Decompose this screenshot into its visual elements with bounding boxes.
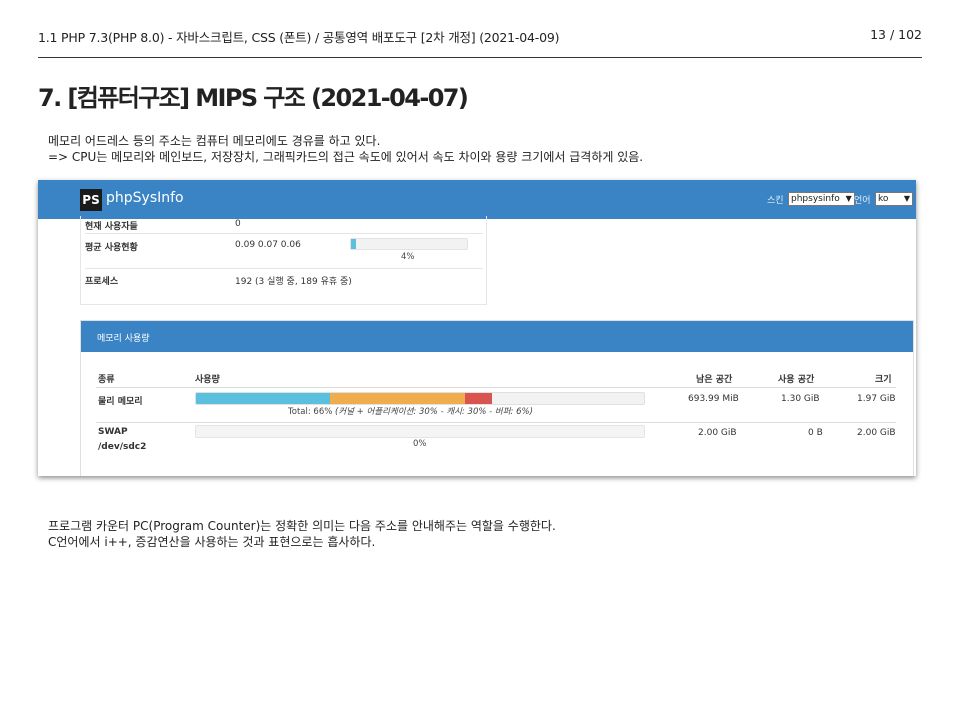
divider	[85, 268, 483, 269]
chevron-down-icon: ▼	[903, 194, 910, 203]
app-topbar: PS phpSysInfo 스킨 phpsysinfo ▼ 언어 ko ▼	[38, 180, 916, 219]
app-name: phpSysInfo	[106, 190, 184, 206]
swap-percent: 0%	[413, 439, 427, 449]
divider	[96, 422, 896, 423]
skin-select-value: phpsysinfo	[791, 194, 840, 204]
usage-segment-kernel-apps	[196, 393, 331, 404]
load-percent: 4%	[401, 252, 415, 262]
skin-select[interactable]: phpsysinfo ▼	[788, 192, 855, 206]
memory-panel-header: 메모리 사용량	[81, 321, 913, 352]
intro-line-1: 메모리 어드레스 등의 주소는 컴퓨터 메모리에도 경유를 하고 있다.	[48, 134, 381, 148]
load-progress-bar	[350, 238, 468, 250]
memory-usage-caption: Total: 66% (커널 + 어플리케이션: 30% - 캐시: 30% -…	[288, 405, 533, 417]
chevron-down-icon: ▼	[845, 194, 852, 203]
row-label: 현재 사용자들	[85, 222, 138, 232]
header-title: 1.1 PHP 7.3(PHP 8.0) - 자바스크립트, CSS (폰트) …	[38, 30, 560, 45]
row-label: 평균 사용현황	[85, 243, 138, 253]
outro-line-1: 프로그램 카운터 PC(Program Counter)는 정확한 의미는 다음…	[48, 519, 556, 533]
row-value: 0.09 0.07 0.06	[235, 240, 301, 250]
memory-free: 693.99 MiB	[688, 394, 739, 404]
usage-segment-buffer	[464, 393, 492, 404]
language-select-value: ko	[878, 194, 889, 204]
phpsysinfo-screenshot: PS phpSysInfo 스킨 phpsysinfo ▼ 언어 ko ▼ 현재…	[38, 180, 916, 476]
memory-breakdown: (커널 + 어플리케이션: 30% - 캐시: 30% - 버퍼: 6%)	[335, 407, 533, 417]
language-label: 언어	[854, 196, 871, 206]
intro-line-2: => CPU는 메모리와 메인보드, 저장장치, 그래픽카드의 접근 속도에 있…	[48, 150, 644, 164]
column-header: 종류	[98, 375, 115, 385]
usage-segment-cache	[330, 393, 465, 404]
column-header: 사용 공간	[778, 375, 815, 385]
swap-usage-bar	[195, 425, 645, 438]
swap-size: 2.00 GiB	[857, 428, 896, 438]
memory-usage-bar	[195, 392, 645, 405]
swap-device: /dev/sdc2	[98, 442, 147, 452]
swap-free: 2.00 GiB	[698, 428, 737, 438]
memory-total: Total: 66%	[288, 407, 333, 417]
divider	[85, 233, 483, 234]
memory-type: 물리 메모리	[98, 397, 143, 407]
memory-used: 1.30 GiB	[781, 394, 820, 404]
skin-label: 스킨	[767, 196, 784, 206]
section-title: 7. [컴퓨터구조] MIPS 구조 (2021-04-07)	[38, 84, 469, 112]
memory-size: 1.97 GiB	[857, 394, 896, 404]
row-value: 192 (3 실행 중, 189 유휴 중)	[235, 277, 352, 287]
page-number: 13 / 102	[870, 27, 922, 42]
swap-used: 0 B	[808, 428, 823, 438]
divider	[96, 387, 896, 388]
column-header: 사용량	[195, 375, 220, 385]
system-info-card: 현재 사용자들 0 평균 사용현황 0.09 0.07 0.06 프로세스 19…	[80, 216, 487, 305]
row-label: 프로세스	[85, 277, 119, 287]
outro-line-2: C언어에서 i++, 증감연산을 사용하는 것과 표현으로는 흡사하다.	[48, 535, 376, 549]
outro-paragraph: 프로그램 카운터 PC(Program Counter)는 정확한 의미는 다음…	[48, 518, 556, 550]
column-header: 남은 공간	[696, 375, 733, 385]
load-progress-fill	[351, 239, 356, 249]
memory-panel-title: 메모리 사용량	[97, 334, 150, 344]
page-header: 1.1 PHP 7.3(PHP 8.0) - 자바스크립트, CSS (폰트) …	[38, 27, 922, 58]
language-select[interactable]: ko ▼	[875, 192, 913, 206]
column-header: 크기	[875, 375, 892, 385]
intro-paragraph: 메모리 어드레스 등의 주소는 컴퓨터 메모리에도 경유를 하고 있다. => …	[48, 133, 643, 165]
app-logo-icon: PS	[80, 189, 102, 211]
swap-type: SWAP	[98, 427, 128, 437]
row-value: 0	[235, 219, 241, 229]
